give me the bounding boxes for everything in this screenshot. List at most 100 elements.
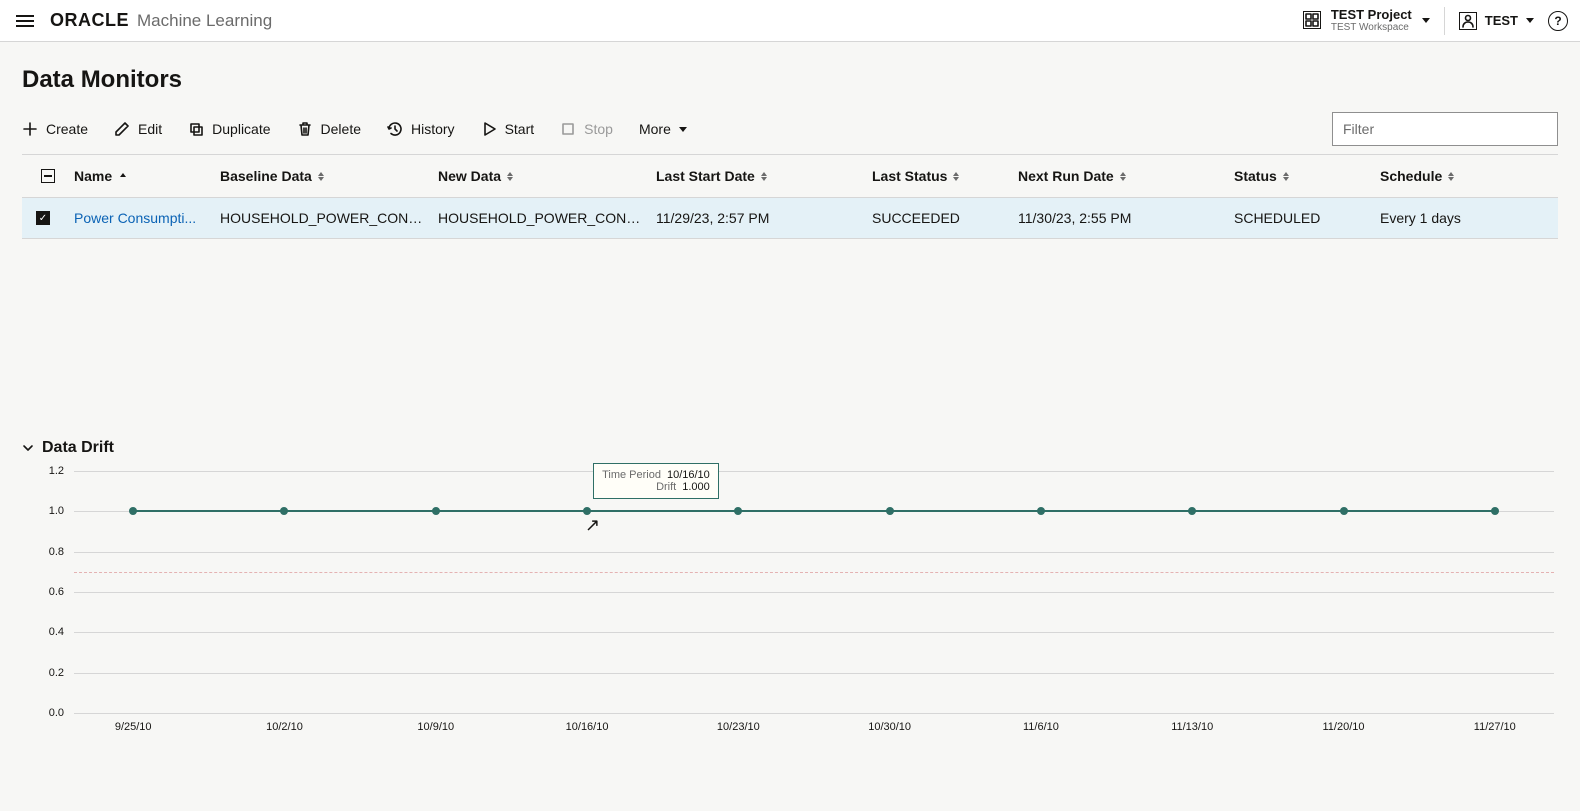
sort-icon: [507, 172, 513, 181]
history-icon: [387, 121, 403, 137]
row-name-link[interactable]: Power Consumpti...: [74, 210, 220, 226]
header-right: TEST Project TEST Workspace TEST ?: [1303, 7, 1568, 35]
create-button[interactable]: Create: [22, 121, 88, 137]
col-newdata[interactable]: New Data: [438, 168, 656, 184]
brand-oracle: ORACLE: [50, 10, 129, 31]
drift-chart[interactable]: 0.00.20.40.60.81.01.2 Time Period10/16/1…: [28, 471, 1558, 741]
sort-icon: [1448, 172, 1454, 181]
brand-product: Machine Learning: [137, 11, 272, 31]
workspace-name: TEST Workspace: [1331, 22, 1412, 33]
stop-button[interactable]: Stop: [560, 121, 613, 137]
duplicate-button[interactable]: Duplicate: [188, 121, 270, 137]
col-name-label: Name: [74, 168, 112, 184]
table-row[interactable]: ✓ Power Consumpti... HOUSEHOLD_POWER_CON…: [22, 197, 1558, 239]
project-picker[interactable]: TEST Project TEST Workspace: [1303, 8, 1430, 33]
user-icon: [1459, 12, 1477, 30]
x-tick-label: 11/27/10: [1474, 721, 1516, 733]
duplicate-icon: [188, 121, 204, 137]
delete-label: Delete: [321, 121, 361, 137]
col-last-start[interactable]: Last Start Date: [656, 168, 872, 184]
row-last-start: 11/29/23, 2:57 PM: [656, 210, 872, 226]
more-button[interactable]: More: [639, 121, 687, 137]
col-name[interactable]: Name: [74, 168, 220, 184]
col-last-status[interactable]: Last Status: [872, 168, 1018, 184]
col-status[interactable]: Status: [1234, 168, 1380, 184]
x-tick-label: 10/2/10: [266, 721, 303, 733]
sort-icon: [318, 172, 324, 181]
start-label: Start: [505, 121, 535, 137]
cursor-icon: ↖: [585, 515, 600, 536]
gridline: [74, 592, 1554, 593]
trash-icon: [297, 121, 313, 137]
edit-button[interactable]: Edit: [114, 121, 162, 137]
gridline: [74, 552, 1554, 553]
history-label: History: [411, 121, 455, 137]
more-label: More: [639, 121, 671, 137]
data-drift-toggle[interactable]: Data Drift: [22, 439, 1558, 457]
pencil-icon: [114, 121, 130, 137]
toolbar: Create Edit Duplicate Delete History Sta…: [22, 121, 687, 137]
sort-asc-icon: [118, 171, 128, 181]
user-name: TEST: [1485, 13, 1518, 28]
select-all-header[interactable]: [22, 169, 74, 183]
header-left: ORACLE Machine Learning: [12, 10, 272, 31]
user-picker[interactable]: TEST: [1459, 12, 1534, 30]
row-next-run: 11/30/23, 2:55 PM: [1018, 210, 1234, 226]
filter-input[interactable]: [1332, 112, 1558, 146]
stop-label: Stop: [584, 121, 613, 137]
col-schedule-label: Schedule: [1380, 168, 1442, 184]
data-point[interactable]: [1491, 507, 1499, 515]
col-schedule[interactable]: Schedule: [1380, 168, 1510, 184]
data-point[interactable]: [432, 507, 440, 515]
monitors-table: Name Baseline Data New Data Last Start D…: [22, 154, 1558, 239]
data-point[interactable]: [1340, 507, 1348, 515]
row-checkbox-cell[interactable]: ✓: [22, 211, 74, 225]
sort-icon: [1120, 172, 1126, 181]
col-next-run[interactable]: Next Run Date: [1018, 168, 1234, 184]
x-tick-label: 11/20/10: [1322, 721, 1364, 733]
start-button[interactable]: Start: [481, 121, 535, 137]
x-tick-label: 9/25/10: [115, 721, 152, 733]
indeterminate-checkbox-icon: [41, 169, 55, 183]
brand: ORACLE Machine Learning: [50, 10, 272, 31]
x-tick-label: 10/30/10: [868, 721, 911, 733]
y-axis: 0.00.20.40.60.81.01.2: [28, 471, 68, 713]
col-last-start-label: Last Start Date: [656, 168, 755, 184]
chevron-down-icon: [22, 442, 34, 454]
toolbar-row: Create Edit Duplicate Delete History Sta…: [22, 112, 1558, 154]
data-point[interactable]: [129, 507, 137, 515]
col-baseline[interactable]: Baseline Data: [220, 168, 438, 184]
y-tick-label: 1.0: [49, 505, 64, 517]
help-icon[interactable]: ?: [1548, 11, 1568, 31]
history-button[interactable]: History: [387, 121, 455, 137]
edit-label: Edit: [138, 121, 162, 137]
gridline: [74, 632, 1554, 633]
page-body: Data Monitors Create Edit Duplicate Dele…: [0, 42, 1580, 781]
duplicate-label: Duplicate: [212, 121, 270, 137]
data-point[interactable]: [734, 507, 742, 515]
col-next-run-label: Next Run Date: [1018, 168, 1114, 184]
data-point[interactable]: [280, 507, 288, 515]
data-drift-title: Data Drift: [42, 439, 114, 457]
stop-icon: [560, 121, 576, 137]
chevron-down-icon: [1526, 18, 1534, 23]
col-baseline-label: Baseline Data: [220, 168, 312, 184]
delete-button[interactable]: Delete: [297, 121, 361, 137]
data-line: [133, 510, 1495, 512]
y-tick-label: 0.6: [49, 586, 64, 598]
plus-icon: [22, 121, 38, 137]
row-last-status: SUCCEEDED: [872, 210, 1018, 226]
data-point[interactable]: [1188, 507, 1196, 515]
chevron-down-icon: [679, 127, 687, 132]
data-point[interactable]: [1037, 507, 1045, 515]
data-point[interactable]: [886, 507, 894, 515]
gridline: [74, 713, 1554, 714]
data-point[interactable]: [583, 507, 591, 515]
col-status-label: Status: [1234, 168, 1277, 184]
sort-icon: [1283, 172, 1289, 181]
row-newdata: HOUSEHOLD_POWER_CONS...: [438, 210, 656, 226]
create-label: Create: [46, 121, 88, 137]
x-tick-label: 10/16/10: [566, 721, 609, 733]
chart-tooltip: Time Period10/16/10Drift1.000: [593, 463, 719, 499]
menu-icon[interactable]: [12, 11, 38, 31]
